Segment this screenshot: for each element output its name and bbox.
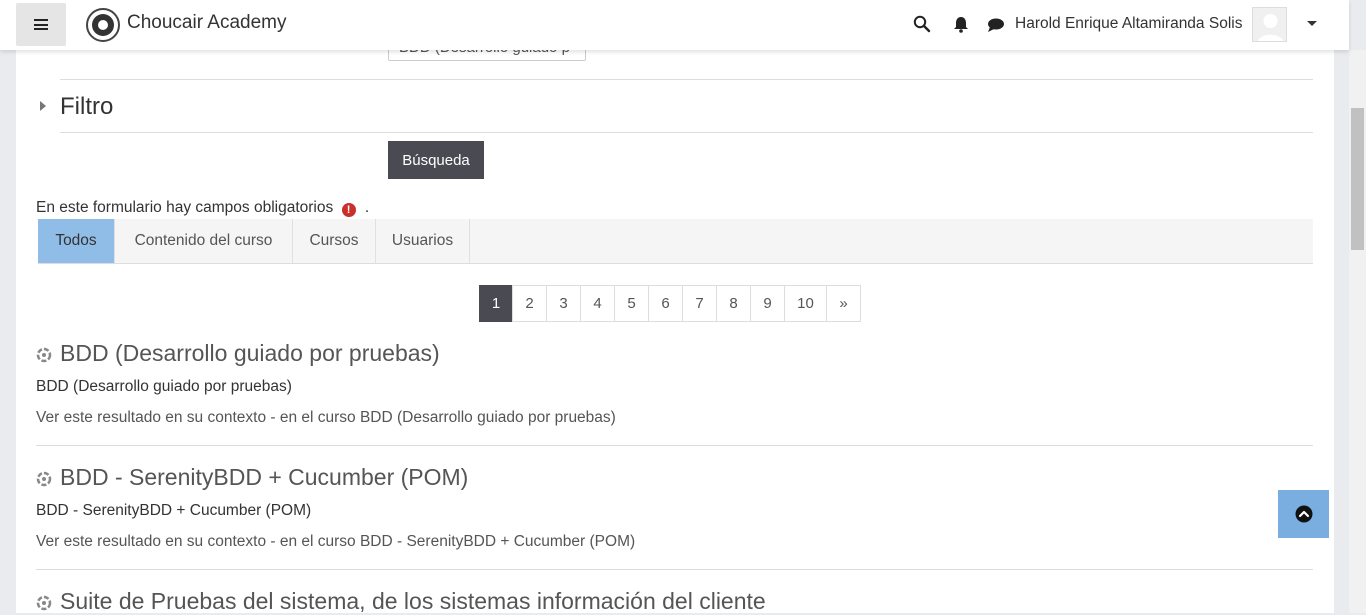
page-link-3[interactable]: 3 — [546, 285, 581, 322]
navbar: Choucair Academy Harold Enrique Altamira… — [0, 0, 1349, 50]
result-subtitle: BDD (Desarrollo guiado por pruebas) — [36, 378, 292, 395]
required-note-suffix: . — [364, 199, 370, 216]
bell-icon[interactable] — [953, 16, 969, 33]
tab-bar: Todos Contenido del curso Cursos Usuario… — [38, 219, 1313, 264]
result-subtitle: BDD - SerenityBDD + Cucumber (POM) — [36, 502, 312, 519]
page-link-1[interactable]: 1 — [479, 285, 513, 322]
page-link-8[interactable]: 8 — [716, 285, 751, 322]
result-context-link[interactable]: Ver este resultado en su contexto - en e… — [36, 533, 635, 551]
result-title-link[interactable]: BDD - SerenityBDD + Cucumber (POM) — [60, 464, 468, 491]
hamburger-icon — [34, 19, 48, 30]
required-note-text: En este formulario hay campos obligatori… — [36, 199, 334, 216]
tab-usuarios[interactable]: Usuarios — [376, 219, 470, 263]
divider — [36, 445, 1313, 446]
required-icon: ! — [341, 203, 356, 217]
page-link-7[interactable]: 7 — [682, 285, 717, 322]
page-link-5[interactable]: 5 — [614, 285, 649, 322]
divider — [60, 79, 1313, 80]
page-link-10[interactable]: 10 — [784, 285, 827, 322]
course-icon — [36, 347, 52, 363]
filter-section-title[interactable]: Filtro — [60, 93, 113, 121]
page-scrollbar[interactable] — [1349, 50, 1366, 613]
tab-contenido-del-curso[interactable]: Contenido del curso — [115, 219, 293, 263]
divider — [60, 132, 1313, 133]
menu-toggle-button[interactable] — [16, 3, 66, 46]
brand-name[interactable]: Choucair Academy — [127, 12, 286, 34]
user-avatar-icon — [1253, 8, 1286, 41]
required-fields-note: En este formulario hay campos obligatori… — [36, 199, 369, 217]
search-button[interactable]: Búsqueda — [388, 141, 484, 179]
result-title-link[interactable]: Suite de Pruebas del sistema, de los sis… — [60, 588, 766, 615]
result-context-link[interactable]: Ver este resultado en su contexto - en e… — [36, 409, 616, 427]
tab-todos[interactable]: Todos — [38, 219, 115, 263]
user-avatar[interactable] — [1252, 7, 1287, 42]
divider — [36, 569, 1313, 570]
tab-cursos[interactable]: Cursos — [293, 219, 376, 263]
page-link-4[interactable]: 4 — [580, 285, 615, 322]
brand-logo[interactable] — [86, 8, 120, 42]
arrow-up-circle-icon — [1295, 505, 1312, 523]
user-name[interactable]: Harold Enrique Altamiranda Solis — [1015, 15, 1242, 33]
result-title-link[interactable]: BDD (Desarrollo guiado por pruebas) — [60, 340, 440, 367]
page-link-next[interactable]: » — [826, 285, 861, 322]
page-link-6[interactable]: 6 — [648, 285, 683, 322]
page-link-2[interactable]: 2 — [512, 285, 547, 322]
page-link-9[interactable]: 9 — [750, 285, 785, 322]
search-icon[interactable] — [913, 15, 931, 33]
user-menu-caret-icon[interactable] — [1307, 21, 1317, 26]
chat-icon[interactable] — [987, 17, 1005, 33]
collapse-arrow-icon[interactable] — [40, 101, 46, 111]
course-icon — [36, 595, 52, 611]
scrollbar-thumb[interactable] — [1351, 108, 1364, 250]
pagination: 1 2 3 4 5 6 7 8 9 10 » — [479, 285, 861, 322]
course-icon — [36, 471, 52, 487]
back-to-top-button[interactable] — [1278, 490, 1329, 538]
